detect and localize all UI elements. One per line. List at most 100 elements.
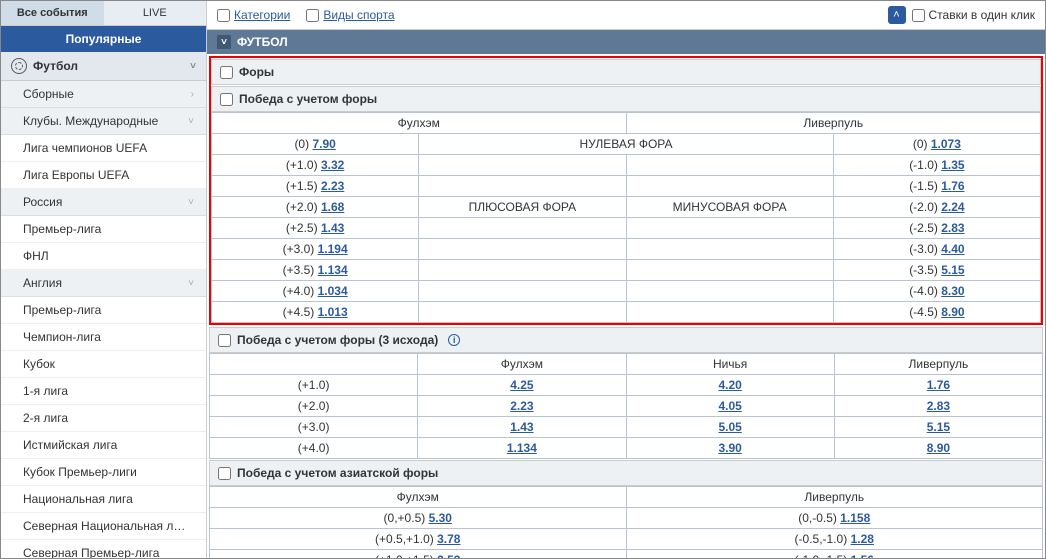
sidebar-label: Лига Европы UEFA [23, 168, 129, 182]
group-handicap-win[interactable]: Победа с учетом форы [211, 86, 1041, 112]
sidebar-item[interactable]: Премьер-лига [1, 216, 206, 243]
sidebar-item[interactable]: Истмийская лига [1, 432, 206, 459]
odds-team1[interactable]: 2.23 [321, 179, 344, 193]
sidebar-group[interactable]: Клубы. Международные˅ [1, 108, 206, 135]
odds-team1[interactable]: 3.78 [437, 532, 460, 546]
asian-table: Фулхэм Ливерпуль (0,+0.5) 5.30(0,-0.5) 1… [209, 486, 1043, 558]
info-icon[interactable]: i [448, 334, 460, 346]
checkbox-hcap-3way[interactable] [218, 334, 231, 347]
odds-team2[interactable]: 1.35 [941, 158, 964, 172]
link-categories[interactable]: Категории [234, 8, 290, 22]
handicap-value: (-3.5) [909, 263, 938, 277]
toggle-section[interactable]: ˅ [217, 35, 231, 49]
sidebar-group[interactable]: Англия˅ [1, 270, 206, 297]
tab-live[interactable]: LIVE [104, 1, 207, 26]
odds-team2[interactable]: 2.24 [941, 200, 964, 214]
odds-team2[interactable]: 1.56 [851, 553, 874, 558]
odds-team2[interactable]: 2.83 [927, 399, 950, 413]
sidebar-label: Клубы. Международные [23, 114, 158, 128]
sidebar-item[interactable]: Чемпион-лига [1, 324, 206, 351]
checkbox-oneclick[interactable] [912, 9, 925, 22]
filter-categories[interactable]: Категории [217, 8, 290, 22]
sidebar-item[interactable]: Северная Премьер-лига [1, 540, 206, 558]
odds-team2[interactable]: 8.30 [941, 284, 964, 298]
odds-team2[interactable]: 8.90 [941, 305, 964, 319]
handicap-value: (+1.0) [210, 375, 418, 396]
handicap-value: (+4.0) [210, 438, 418, 459]
odds-team2[interactable]: 1.76 [941, 179, 964, 193]
odds-team1[interactable]: 1.43 [510, 420, 533, 434]
sidebar-item[interactable]: Премьер-лига [1, 297, 206, 324]
fora-label: ПЛЮСОВАЯ ФОРА [419, 197, 626, 218]
link-sports[interactable]: Виды спорта [323, 8, 394, 22]
collapse-all-button[interactable]: ˄ [888, 6, 906, 24]
fora-label [626, 260, 833, 281]
odds-team2[interactable]: 1.158 [840, 511, 870, 525]
checkbox-sports[interactable] [306, 9, 319, 22]
table-row: (+4.5) 1.013(-4.5) 8.90 [212, 302, 1041, 323]
tab-all-events[interactable]: Все события [1, 1, 104, 26]
odds-team2[interactable]: 2.83 [941, 221, 964, 235]
checkbox-fory[interactable] [220, 66, 233, 79]
sidebar-label: Премьер-лига [23, 303, 101, 317]
handicap-3way-table: Фулхэм Ничья Ливерпуль (+1.0)4.254.201.7… [209, 353, 1043, 459]
table-row: (+3.0)1.435.055.15 [210, 417, 1043, 438]
filter-sports[interactable]: Виды спорта [306, 8, 394, 22]
table-row: (+0.5,+1.0) 3.78(-0.5,-1.0) 1.28 [210, 529, 1043, 550]
sidebar-item[interactable]: Кубок Премьер-лиги [1, 459, 206, 486]
odds-team1[interactable]: 7.90 [312, 137, 335, 151]
checkbox-asian[interactable] [218, 467, 231, 480]
group-asian-handicap[interactable]: Победа с учетом азиатской форы [209, 460, 1043, 486]
odds-team1[interactable]: 4.25 [510, 378, 533, 392]
odds-team1[interactable]: 5.30 [429, 511, 452, 525]
sidebar-item[interactable]: Национальная лига [1, 486, 206, 513]
odds-draw[interactable]: 5.05 [718, 420, 741, 434]
sidebar-group[interactable]: Сборные› [1, 81, 206, 108]
odds-team2[interactable]: 5.15 [941, 263, 964, 277]
odds-team2[interactable]: 5.15 [927, 420, 950, 434]
odds-team2[interactable]: 4.40 [941, 242, 964, 256]
sidebar-item[interactable]: 2-я лига [1, 405, 206, 432]
odds-team1[interactable]: 1.194 [318, 242, 348, 256]
group-fory[interactable]: Форы [211, 59, 1041, 85]
sidebar-item[interactable]: 1-я лига [1, 378, 206, 405]
th-team1: Фулхэм [212, 113, 627, 134]
sidebar-label: Кубок [23, 357, 55, 371]
handicap-value: (+4.0) [283, 284, 315, 298]
fora-label [626, 218, 833, 239]
odds-team1[interactable]: 1.034 [318, 284, 348, 298]
odds-team1[interactable]: 1.43 [321, 221, 344, 235]
group-handicap-3way[interactable]: Победа с учетом форы (3 исхода) i [209, 327, 1043, 353]
sidebar-group[interactable]: Россия˅ [1, 189, 206, 216]
section-football[interactable]: ˅ ФУТБОЛ [207, 30, 1045, 54]
odds-team2[interactable]: 1.76 [927, 378, 950, 392]
sidebar-item[interactable]: ФНЛ [1, 243, 206, 270]
sidebar-item[interactable]: Лига чемпионов UEFA [1, 135, 206, 162]
checkbox-categories[interactable] [217, 9, 230, 22]
odds-team1[interactable]: 2.53 [437, 553, 460, 558]
sidebar-item[interactable]: Лига Европы UEFA [1, 162, 206, 189]
odds-team1[interactable]: 2.23 [510, 399, 533, 413]
odds-team1[interactable]: 1.68 [321, 200, 344, 214]
sport-football[interactable]: Футбол ˅ [1, 52, 206, 81]
chevron-up-icon: ˄ [893, 9, 899, 21]
popular-header[interactable]: Популярные [1, 26, 206, 52]
odds-team2[interactable]: 1.073 [931, 137, 961, 151]
sidebar-label: Истмийская лига [23, 438, 117, 452]
sidebar-item[interactable]: Северная Национальная л… [1, 513, 206, 540]
odds-draw[interactable]: 3.90 [718, 441, 741, 455]
odds-team1[interactable]: 1.134 [318, 263, 348, 277]
handicap-value: (+1.5) [286, 179, 318, 193]
odds-team2[interactable]: 8.90 [927, 441, 950, 455]
odds-team1[interactable]: 1.013 [318, 305, 348, 319]
checkbox-hcap-win[interactable] [220, 93, 233, 106]
sidebar-item[interactable]: Кубок [1, 351, 206, 378]
odds-team1[interactable]: 1.134 [507, 441, 537, 455]
odds-draw[interactable]: 4.05 [718, 399, 741, 413]
odds-team2[interactable]: 1.28 [851, 532, 874, 546]
odds-draw[interactable]: 4.20 [718, 378, 741, 392]
handicap-value: (-4.5) [909, 305, 938, 319]
sidebar-label: Лига чемпионов UEFA [23, 141, 147, 155]
one-click-bets[interactable]: Ставки в один клик [912, 8, 1036, 22]
odds-team1[interactable]: 3.32 [321, 158, 344, 172]
